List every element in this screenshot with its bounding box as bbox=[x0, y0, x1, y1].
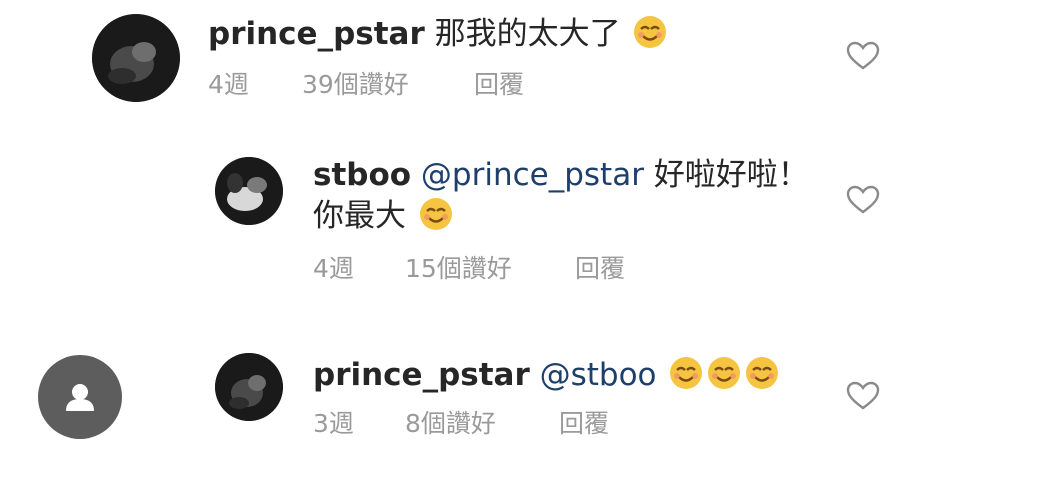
mention-link[interactable]: @stboo bbox=[540, 357, 657, 393]
smiling-face-emoji bbox=[708, 357, 741, 389]
reply-button[interactable]: 回覆 bbox=[474, 70, 524, 100]
heart-outline-icon[interactable] bbox=[846, 41, 880, 71]
comment-likes[interactable]: 15個讚好 bbox=[405, 254, 512, 284]
mention-link[interactable]: @prince_pstar bbox=[421, 157, 644, 193]
smiling-face-emoji bbox=[746, 357, 779, 389]
comment-text: 好啦好啦！ bbox=[653, 157, 809, 193]
comment-text-continued: 你最大 bbox=[313, 198, 406, 234]
user-silhouette-icon[interactable] bbox=[38, 355, 122, 439]
reply-button[interactable]: 回覆 bbox=[575, 254, 625, 284]
avatar[interactable] bbox=[92, 14, 180, 102]
comment-age: 4週 bbox=[313, 254, 354, 283]
comment-likes[interactable]: 8個讚好 bbox=[405, 409, 496, 439]
comment-likes[interactable]: 39個讚好 bbox=[302, 70, 409, 100]
avatar[interactable] bbox=[215, 353, 283, 421]
heart-outline-icon[interactable] bbox=[846, 381, 880, 411]
heart-outline-icon[interactable] bbox=[846, 185, 880, 215]
smiling-face-emoji bbox=[419, 198, 452, 230]
comment-username[interactable]: prince_pstar bbox=[313, 357, 530, 393]
comment-text: 那我的太大了 bbox=[434, 16, 621, 52]
comment-username[interactable]: stboo bbox=[313, 157, 411, 193]
reply-button[interactable]: 回覆 bbox=[559, 409, 609, 439]
smiling-face-emoji bbox=[634, 16, 667, 48]
comment-username[interactable]: prince_pstar bbox=[208, 16, 425, 52]
comment-age: 4週 bbox=[208, 70, 249, 99]
smiling-face-emoji bbox=[670, 357, 703, 389]
comment-age: 3週 bbox=[313, 409, 354, 438]
avatar[interactable] bbox=[215, 157, 283, 225]
